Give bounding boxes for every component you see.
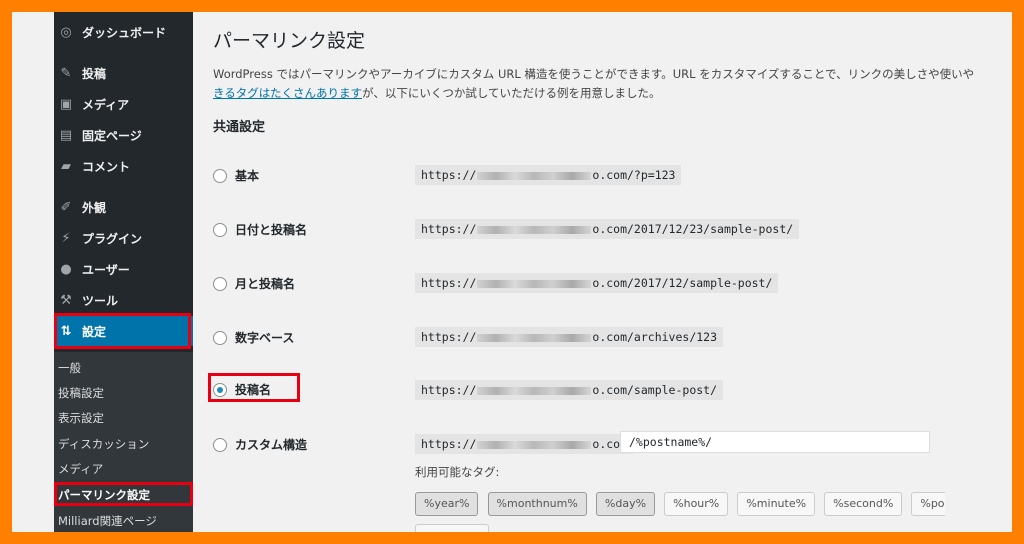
left-margin: [12, 12, 54, 532]
comment-icon: ▰: [61, 158, 71, 174]
submenu-item-reading[interactable]: 表示設定: [58, 410, 104, 426]
blurred-domain: [477, 279, 592, 288]
dashboard-icon: ◎: [60, 24, 72, 40]
option-label: 数字ベース: [235, 331, 295, 345]
option-label: 月と投稿名: [235, 277, 296, 291]
sidebar-item-tools[interactable]: ⚒ ツール: [54, 285, 193, 315]
tag-minute[interactable]: %minute%: [737, 492, 816, 516]
option-label: 基本: [235, 169, 260, 183]
sidebar-item-comments[interactable]: ▰ コメント: [54, 151, 193, 181]
user-icon: ●: [60, 261, 72, 277]
available-tags-label: 利用可能なタグ:: [415, 465, 500, 479]
radio-day-name[interactable]: [213, 222, 227, 237]
url-example-numeric: https://o.com/archives/123: [415, 327, 724, 347]
sidebar-item-label: 投稿: [82, 66, 107, 81]
sidebar-item-label: 固定ページ: [82, 128, 142, 143]
submenu-item-writing[interactable]: 投稿設定: [58, 385, 104, 401]
blurred-domain: [477, 225, 592, 234]
option-label: カスタム構造: [235, 438, 308, 452]
tag-day[interactable]: %day%: [595, 492, 656, 516]
blurred-domain: [477, 386, 592, 395]
highlight-settings: [54, 313, 191, 349]
submenu-item-general[interactable]: 一般: [58, 360, 81, 376]
option-label: 日付と投稿名: [235, 223, 308, 237]
option-month-name[interactable]: 月と投稿名: [213, 275, 295, 292]
sidebar-item-label: メディア: [82, 97, 130, 112]
tag-next-row[interactable]: [415, 524, 489, 532]
option-custom[interactable]: カスタム構造: [213, 436, 307, 453]
option-day-name[interactable]: 日付と投稿名: [213, 221, 307, 238]
page-icon: ▤: [59, 127, 73, 143]
intro-line-2: が、以下にいくつか試していただける例を用意しました。: [362, 86, 661, 100]
appearance-icon: ✐: [60, 199, 72, 215]
intro-tags-link[interactable]: きるタグはたくさんあります: [213, 86, 362, 100]
sidebar-item-pages[interactable]: ▤ 固定ページ: [54, 120, 193, 150]
sidebar-item-users[interactable]: ● ユーザー: [54, 254, 193, 284]
highlight-permalink-submenu: [54, 482, 193, 506]
page-title: パーマリンク設定: [213, 30, 366, 52]
section-title: 共通設定: [213, 120, 266, 135]
sidebar-item-label: ツール: [82, 293, 119, 308]
media-icon: ▣: [59, 96, 73, 112]
sidebar-item-label: プラグイン: [82, 231, 143, 246]
sidebar-item-label: 外観: [82, 200, 107, 215]
sidebar-item-posts[interactable]: ✎ 投稿: [54, 58, 193, 88]
blurred-domain: [477, 171, 592, 180]
plugin-icon: ⚡: [61, 230, 71, 246]
submenu-item-discussion[interactable]: ディスカッション: [58, 436, 149, 452]
sidebar-item-plugins[interactable]: ⚡ プラグイン: [54, 223, 193, 253]
tools-icon: ⚒: [60, 292, 72, 308]
radio-plain[interactable]: [213, 168, 227, 183]
tag-year[interactable]: %year%: [415, 492, 479, 516]
submenu-item-media[interactable]: メディア: [58, 461, 103, 477]
tag-hour[interactable]: %hour%: [664, 492, 729, 516]
radio-custom[interactable]: [213, 437, 227, 452]
url-example-plain: https://o.com/?p=123: [415, 165, 682, 185]
sidebar-item-label: ユーザー: [82, 262, 130, 277]
url-example-month-name: https://o.com/2017/12/sample-post/: [415, 273, 779, 293]
admin-sidebar: ◎ ダッシュボード ✎ 投稿 ▣ メディア ▤ 固定ページ ▰ コメント ✐ 外…: [54, 12, 193, 532]
pin-icon: ✎: [60, 65, 72, 81]
tag-post-id[interactable]: %post_id%: [911, 492, 945, 516]
highlight-post-name: [208, 373, 300, 402]
custom-structure-input[interactable]: [620, 431, 930, 453]
sidebar-item-label: ダッシュボード: [82, 25, 167, 40]
screenshot-frame: ◎ ダッシュボード ✎ 投稿 ▣ メディア ▤ 固定ページ ▰ コメント ✐ 外…: [12, 12, 1012, 532]
url-example-day-name: https://o.com/2017/12/23/sample-post/: [415, 219, 800, 239]
url-prefix-custom: https://o.com: [415, 434, 634, 454]
sidebar-item-appearance[interactable]: ✐ 外観: [54, 192, 193, 222]
submenu-item-milliard[interactable]: Milliard関連ページ: [58, 513, 157, 529]
sidebar-item-label: コメント: [82, 159, 131, 174]
main-content: パーマリンク設定 WordPress ではパーマリンクやアーカイブにカスタム U…: [193, 12, 1012, 532]
radio-numeric[interactable]: [213, 330, 227, 345]
tag-second[interactable]: %second%: [824, 492, 903, 516]
intro-line-1: WordPress ではパーマリンクやアーカイブにカスタム URL 構造を使うこ…: [213, 67, 973, 81]
option-numeric[interactable]: 数字ベース: [213, 329, 294, 346]
available-tags: %year% %monthnum% %day% %hour% %minute% …: [415, 492, 945, 518]
radio-month-name[interactable]: [213, 276, 227, 291]
intro-text: WordPress ではパーマリンクやアーカイブにカスタム URL 構造を使うこ…: [213, 65, 973, 103]
option-plain[interactable]: 基本: [213, 167, 259, 184]
blurred-domain: [477, 440, 592, 449]
sidebar-item-media[interactable]: ▣ メディア: [54, 89, 193, 119]
url-example-post-name: https://o.com/sample-post/: [415, 380, 724, 400]
tag-monthnum[interactable]: %monthnum%: [487, 492, 587, 516]
sidebar-item-dashboard[interactable]: ◎ ダッシュボード: [54, 17, 193, 47]
blurred-domain: [477, 333, 592, 342]
